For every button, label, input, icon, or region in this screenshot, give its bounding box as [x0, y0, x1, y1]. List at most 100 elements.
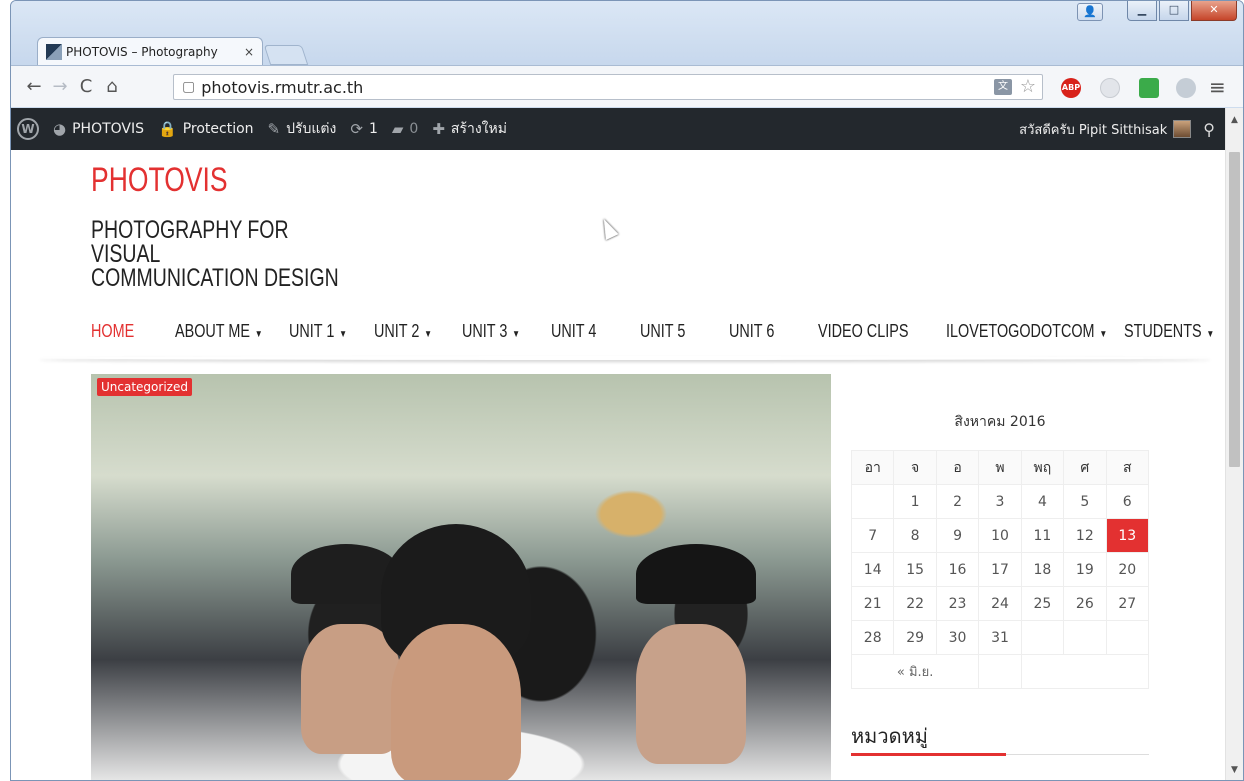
bookmark-star-icon[interactable]: ☆ — [1020, 76, 1036, 97]
calendar-day: 19 — [1063, 552, 1107, 587]
adblock-plus-icon[interactable]: ABP — [1061, 78, 1081, 98]
admin-site-name-label: PHOTOVIS — [72, 121, 145, 137]
calendar-empty-cell — [850, 484, 895, 519]
nav-item-students[interactable]: STUDENTS ▼ — [1124, 320, 1214, 342]
admin-protection[interactable]: 🔒 Protection — [158, 120, 254, 138]
url-text[interactable]: photovis.rmutr.ac.th — [201, 78, 363, 97]
nav-item-ilovetogodotcom[interactable]: ILOVETOGODOTCOM ▼ — [946, 321, 1107, 342]
nav-item-unit-1[interactable]: UNIT 1 ▼ — [289, 321, 357, 342]
nav-item-video-clips[interactable]: VIDEO CLIPS — [818, 321, 920, 342]
calendar-week-row: 14 15 16 17 18 19 20 — [850, 552, 1150, 587]
nav-label: UNIT 6 — [729, 320, 775, 341]
new-tab-button[interactable] — [263, 45, 309, 65]
calendar-day: 11 — [1020, 518, 1065, 553]
forward-icon[interactable]: → — [47, 76, 73, 97]
site-favicon-icon — [46, 43, 62, 60]
calendar-day: 30 — [935, 620, 980, 655]
caret-down-icon: ▼ — [254, 328, 263, 340]
maximize-button[interactable]: □ — [1159, 1, 1189, 21]
calendar-week-row: 21 22 23 24 25 26 27 — [850, 586, 1150, 621]
admin-site-name[interactable]: ◕ PHOTOVIS — [53, 120, 144, 138]
admin-account[interactable]: สวัสดีครับ Pipit Sitthisak ⚲ — [1019, 119, 1225, 140]
user-switch-icon[interactable]: 👤 — [1077, 3, 1103, 21]
caret-down-icon: ▼ — [1099, 328, 1108, 340]
chrome-menu-icon[interactable]: ≡ — [1209, 75, 1226, 99]
page-scrollbar[interactable]: ▲ ▼ — [1225, 108, 1243, 780]
featured-image[interactable] — [91, 374, 831, 780]
nav-item-unit-5[interactable]: UNIT 5 — [640, 321, 711, 342]
caret-down-icon: ▼ — [339, 328, 348, 340]
search-icon[interactable]: ⚲ — [1203, 120, 1215, 139]
site-description-line-1: PHOTOGRAPHY FOR VISUAL — [91, 216, 289, 268]
calendar-day: 23 — [935, 586, 980, 621]
calendar-empty-cell — [1020, 620, 1065, 655]
calendar-day: 29 — [893, 620, 937, 655]
categories-widget-title: หมวดหมู่ — [851, 724, 928, 748]
weekday-header: อา — [850, 450, 895, 485]
reload-icon[interactable]: C — [73, 76, 99, 97]
comments-icon: ▰ — [391, 120, 404, 138]
caret-down-icon: ▼ — [512, 328, 521, 340]
wordpress-logo-icon[interactable]: W — [17, 118, 39, 140]
nav-label: ABOUT ME — [175, 320, 250, 341]
category-badge[interactable]: Uncategorized — [97, 378, 192, 396]
admin-new-label: สร้างใหม่ — [450, 121, 507, 137]
scroll-up-icon[interactable]: ▲ — [1226, 112, 1243, 128]
calendar-day: 15 — [893, 552, 937, 587]
nav-item-unit-3[interactable]: UNIT 3 ▼ — [462, 321, 533, 342]
browser-tab[interactable]: PHOTOVIS – Photography × — [37, 37, 263, 65]
calendar-day: 17 — [978, 552, 1022, 587]
nav-item-unit-4[interactable]: UNIT 4 — [551, 321, 622, 342]
photo-detail — [636, 624, 746, 764]
calendar-day: 14 — [850, 552, 895, 587]
scroll-down-icon[interactable]: ▼ — [1226, 762, 1243, 778]
calendar-week-row: 123456 — [850, 484, 1150, 519]
calendar-empty-cell — [1105, 620, 1150, 655]
admin-customize[interactable]: ✎ ปรับแต่ง — [268, 118, 337, 140]
calendar-body: 1 2 3 4 5 6 7 8 9 10 11 12 13 14 15 16 17 18 19 20 21 22 23 24 2… — [850, 484, 1150, 655]
calendar-nav-row: « มิ.ย. — [850, 654, 1150, 689]
back-icon[interactable]: ← — [21, 76, 47, 97]
calendar-day: 10 — [978, 518, 1022, 553]
calendar-caption: สิงหาคม 2016 — [954, 414, 1046, 430]
home-icon[interactable]: ⌂ — [99, 76, 125, 97]
close-window-button[interactable]: ✕ — [1191, 1, 1237, 21]
nav-item-about-me[interactable]: ABOUT ME ▼ — [175, 321, 266, 342]
weekday-header: ส — [1105, 450, 1150, 485]
translate-icon[interactable]: 文 — [994, 79, 1012, 95]
nav-label: STUDENTS — [1124, 320, 1202, 341]
calendar-day: 27 — [1105, 586, 1150, 621]
calendar-day: 31 — [978, 620, 1022, 655]
extension-green-icon[interactable] — [1139, 78, 1159, 98]
calendar-day: 18 — [1020, 552, 1065, 587]
nav-item-unit-2[interactable]: UNIT 2 ▼ — [374, 321, 444, 342]
extension-gray-icon[interactable] — [1176, 78, 1196, 98]
weekday-header: จ — [893, 450, 937, 485]
calendar-day: 2 — [935, 484, 980, 519]
nav-item-unit-6[interactable]: UNIT 6 — [729, 321, 800, 342]
calendar-day: 8 — [893, 518, 937, 553]
admin-comments[interactable]: ▰ 0 — [392, 120, 418, 138]
page-viewport: W ◕ PHOTOVIS 🔒 Protection ✎ ปรับแต่ง ⟳ 1… — [11, 108, 1243, 780]
admin-updates[interactable]: ⟳ 1 — [350, 120, 378, 138]
mouse-cursor-icon — [597, 215, 619, 241]
calendar-day: 26 — [1063, 586, 1107, 621]
caret-down-icon: ▼ — [424, 328, 433, 340]
tab-close-icon[interactable]: × — [244, 45, 254, 59]
lock-icon: 🔒 — [158, 120, 177, 138]
site-title[interactable]: PHOTOVIS — [91, 161, 228, 200]
brush-icon: ✎ — [267, 120, 281, 138]
minimize-button[interactable]: ▁ — [1127, 1, 1157, 21]
admin-new[interactable]: ✚ สร้างใหม่ — [432, 118, 507, 140]
photo-detail — [636, 544, 756, 604]
site-description-line-2: COMMUNICATION DESIGN — [91, 264, 339, 292]
nav-label: UNIT 2 — [374, 320, 420, 341]
calendar-prev-link[interactable]: « มิ.ย. — [850, 654, 980, 689]
address-bar[interactable]: ▢ photovis.rmutr.ac.th 文 ☆ — [173, 74, 1043, 100]
extension-icon[interactable] — [1100, 78, 1120, 98]
scroll-thumb[interactable] — [1229, 152, 1240, 467]
calendar-day: 12 — [1063, 518, 1107, 553]
calendar-next-placeholder — [1020, 654, 1150, 689]
caret-down-icon: ▼ — [1206, 328, 1215, 340]
nav-item-home[interactable]: HOME — [91, 321, 158, 342]
